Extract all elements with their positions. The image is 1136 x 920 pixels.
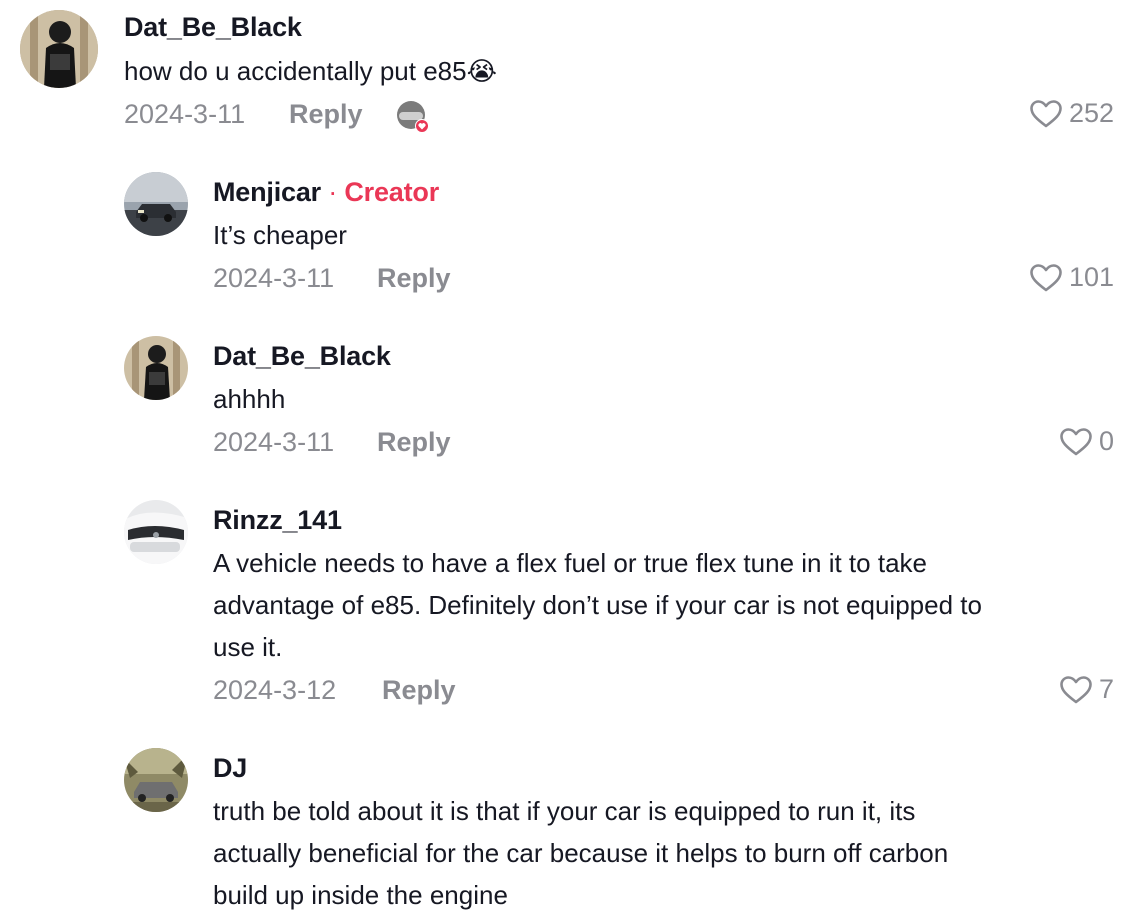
avatar[interactable]	[20, 10, 98, 88]
avatar[interactable]	[124, 500, 188, 564]
like-button[interactable]: 7	[1059, 674, 1114, 705]
comment-date: 2024-3-11	[124, 99, 246, 129]
reply-button[interactable]: Reply	[377, 263, 451, 294]
comment-date: 2024-3-11	[213, 427, 335, 457]
comment-username[interactable]: Dat_Be_Black	[213, 341, 391, 372]
heart-outline-icon	[1030, 263, 1062, 291]
like-count: 7	[1098, 674, 1114, 704]
avatar[interactable]	[124, 748, 188, 812]
comment-text: It’s cheaper	[213, 220, 347, 250]
comment-username[interactable]: Dat_Be_Black	[124, 12, 302, 43]
heart-outline-icon	[1060, 427, 1092, 455]
creator-liked-badge	[396, 100, 430, 134]
reply-item: Rinzz_141 A vehicle needs to have a flex…	[0, 492, 1136, 722]
like-count: 101	[1068, 262, 1114, 292]
creator-separator: ·	[328, 177, 338, 207]
heart-outline-icon	[1060, 675, 1092, 703]
avatar[interactable]	[124, 172, 188, 236]
comment-username[interactable]: DJ	[213, 753, 247, 784]
comment-list: Dat_Be_Black how do u accidentally put e…	[0, 0, 1136, 920]
reply-button[interactable]: Reply	[289, 99, 363, 130]
reply-item: Menjicar · Creator It’s cheaper 2024-3-1…	[0, 164, 1136, 314]
like-button[interactable]: 0	[1059, 426, 1114, 457]
reply-button[interactable]: Reply	[377, 427, 451, 458]
comment-text: A vehicle needs to have a flex fuel or t…	[213, 548, 982, 662]
comment-text: truth be told about it is that if your c…	[213, 796, 949, 910]
reply-button[interactable]: Reply	[382, 675, 456, 706]
like-button[interactable]: 101	[1029, 262, 1114, 293]
heart-outline-icon	[1030, 99, 1062, 127]
creator-label: Creator	[344, 177, 440, 207]
comment-username[interactable]: Rinzz_141	[213, 505, 342, 536]
comment-date: 2024-3-12	[213, 675, 337, 705]
username-text: Menjicar	[213, 177, 321, 207]
comment-item: Dat_Be_Black how do u accidentally put e…	[0, 0, 1136, 150]
comment-text: ahhhh	[213, 384, 286, 414]
like-button[interactable]: 252	[1029, 98, 1114, 129]
comment-text: how do u accidentally put e85😭	[124, 56, 497, 86]
avatar[interactable]	[124, 336, 188, 400]
like-count: 0	[1098, 426, 1114, 456]
comment-username[interactable]: Menjicar · Creator	[213, 177, 439, 208]
reply-item: Dat_Be_Black ahhhh 2024-3-11 Reply 0	[0, 328, 1136, 478]
like-count: 252	[1068, 98, 1114, 128]
comment-date: 2024-3-11	[213, 263, 335, 293]
reply-item: DJ truth be told about it is that if you…	[0, 740, 1136, 920]
